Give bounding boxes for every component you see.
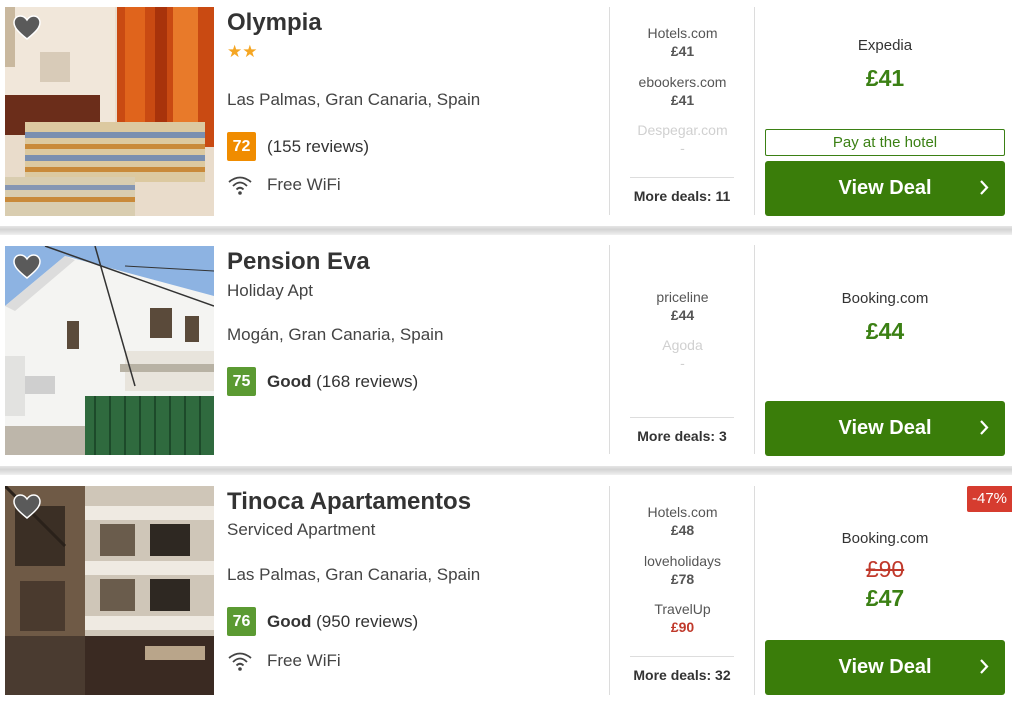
chevron-right-icon bbox=[980, 180, 989, 195]
rating-score-badge: 75 bbox=[227, 367, 256, 396]
amenity-wifi: Free WiFi bbox=[227, 651, 341, 671]
rating-score-badge: 76 bbox=[227, 607, 256, 636]
original-price: £90 bbox=[865, 556, 905, 582]
partner-name: ebookers.com bbox=[638, 74, 727, 90]
partner-price: £78 bbox=[670, 571, 695, 587]
deal-price: £41 bbox=[865, 65, 905, 91]
rating-summary: Good (950 reviews) bbox=[267, 612, 418, 632]
more-deals-link[interactable]: More deals: 3 bbox=[630, 417, 734, 444]
review-count: (155 reviews) bbox=[267, 136, 370, 156]
rating-row[interactable]: 75 Good (168 reviews) bbox=[227, 367, 418, 396]
more-deals-link[interactable]: More deals: 11 bbox=[630, 177, 734, 204]
partner-price: £41 bbox=[670, 43, 695, 59]
heart-icon[interactable] bbox=[13, 254, 41, 280]
wifi-icon bbox=[228, 652, 252, 671]
partner-price: £48 bbox=[670, 522, 695, 538]
pay-at-hotel-badge: Pay at the hotel bbox=[765, 129, 1005, 156]
view-deal-button[interactable]: View Deal bbox=[765, 161, 1005, 216]
partner-deal[interactable]: loveholidays £78 bbox=[610, 552, 755, 588]
partner-deal[interactable]: TravelUp £90 bbox=[610, 600, 755, 636]
deal-provider: Booking.com bbox=[841, 530, 929, 547]
partner-name: Agoda bbox=[662, 337, 703, 353]
card-separator bbox=[0, 226, 1012, 235]
deal-provider: Expedia bbox=[857, 37, 913, 54]
wifi-icon bbox=[228, 176, 252, 195]
partner-name: Hotels.com bbox=[647, 25, 718, 41]
star-rating: ★★ bbox=[227, 42, 258, 61]
rating-word: Good bbox=[267, 611, 312, 631]
chevron-right-icon bbox=[980, 659, 989, 674]
amenity-label: Free WiFi bbox=[267, 175, 341, 194]
rating-summary: Good (168 reviews) bbox=[267, 372, 418, 392]
view-deal-label: View Deal bbox=[838, 417, 932, 439]
view-deal-button[interactable]: View Deal bbox=[765, 640, 1005, 695]
hotel-card: Olympia ★★ Las Palmas, Gran Canaria, Spa… bbox=[0, 0, 1012, 226]
rating-word: Good bbox=[267, 371, 312, 391]
view-deal-button[interactable]: View Deal bbox=[765, 401, 1005, 456]
partner-deal[interactable]: priceline £44 bbox=[610, 288, 755, 324]
partner-deal[interactable]: Hotels.com £48 bbox=[610, 503, 755, 539]
partner-price: - bbox=[680, 140, 685, 156]
chevron-right-icon bbox=[980, 420, 989, 435]
hotel-card: Tinoca Apartamentos Serviced Apartment L… bbox=[0, 476, 1012, 703]
deal-price: £44 bbox=[865, 318, 905, 344]
hotel-location: Las Palmas, Gran Canaria, Spain bbox=[227, 565, 481, 584]
partner-price: £41 bbox=[670, 92, 695, 108]
partner-name: Hotels.com bbox=[647, 504, 718, 520]
heart-icon[interactable] bbox=[13, 494, 41, 520]
partner-deal[interactable]: Hotels.com £41 bbox=[610, 24, 755, 60]
partner-name: TravelUp bbox=[654, 601, 711, 617]
hotel-card: Pension Eva Holiday Apt Mogán, Gran Cana… bbox=[0, 237, 1012, 466]
partner-deal: Agoda - bbox=[610, 336, 755, 372]
partner-price: £44 bbox=[670, 307, 695, 323]
partner-price: £90 bbox=[670, 619, 695, 635]
more-deals-link[interactable]: More deals: 32 bbox=[630, 656, 734, 683]
partner-name: Despegar.com bbox=[637, 122, 728, 138]
amenity-label: Free WiFi bbox=[267, 651, 341, 670]
hotel-location: Las Palmas, Gran Canaria, Spain bbox=[227, 90, 481, 109]
hotel-photo[interactable] bbox=[5, 7, 214, 216]
rating-row[interactable]: 76 Good (950 reviews) bbox=[227, 607, 418, 636]
review-count: (950 reviews) bbox=[316, 611, 419, 631]
hotel-photo[interactable] bbox=[5, 246, 214, 455]
review-count: (168 reviews) bbox=[316, 371, 419, 391]
partner-name: priceline bbox=[656, 289, 709, 305]
card-separator bbox=[0, 466, 1012, 475]
partner-deal[interactable]: ebookers.com £41 bbox=[610, 73, 755, 109]
property-type: Serviced Apartment bbox=[227, 520, 376, 539]
hotel-photo[interactable] bbox=[5, 486, 214, 695]
view-deal-label: View Deal bbox=[838, 177, 932, 199]
hotel-name[interactable]: Tinoca Apartamentos bbox=[227, 488, 471, 516]
partner-price: - bbox=[680, 355, 685, 371]
heart-icon[interactable] bbox=[13, 15, 41, 41]
property-type: Holiday Apt bbox=[227, 281, 313, 300]
deal-price: £47 bbox=[865, 585, 905, 611]
rating-score-badge: 72 bbox=[227, 132, 256, 161]
amenity-wifi: Free WiFi bbox=[227, 175, 341, 195]
hotel-name[interactable]: Pension Eva bbox=[227, 248, 370, 276]
hotel-location: Mogán, Gran Canaria, Spain bbox=[227, 325, 444, 344]
discount-badge: -47% bbox=[967, 486, 1012, 512]
rating-row[interactable]: 72 (155 reviews) bbox=[227, 132, 369, 161]
partner-name: loveholidays bbox=[643, 553, 722, 569]
view-deal-label: View Deal bbox=[838, 656, 932, 678]
partner-deal: Despegar.com - bbox=[610, 121, 755, 157]
hotel-name[interactable]: Olympia bbox=[227, 9, 322, 37]
deal-provider: Booking.com bbox=[841, 290, 929, 307]
